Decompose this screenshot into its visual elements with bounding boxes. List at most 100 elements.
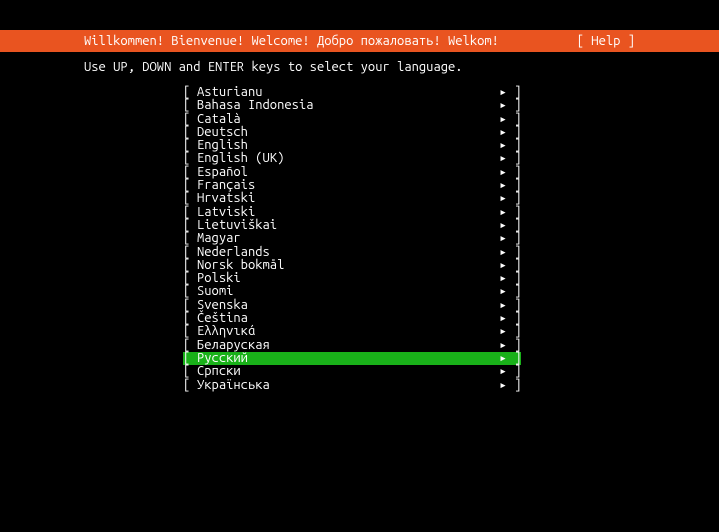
arrow-right-icon: ▸ <box>493 192 507 205</box>
bracket-open: [ <box>183 232 197 245</box>
language-option[interactable]: [Українська▸ ] <box>183 379 521 392</box>
arrow-right-icon: ▸ <box>493 246 507 259</box>
bracket-open: [ <box>183 192 197 205</box>
bracket-close: ] <box>507 113 521 126</box>
language-option[interactable]: [Nederlands▸ ] <box>183 246 521 259</box>
language-option[interactable]: [Ελληνικά▸ ] <box>183 325 521 338</box>
language-option[interactable]: [Русский▸ ] <box>183 352 521 365</box>
bracket-open: [ <box>183 299 197 312</box>
language-option[interactable]: [Hrvatski▸ ] <box>183 192 521 205</box>
arrow-right-icon: ▸ <box>493 299 507 312</box>
language-option[interactable]: [Suomi▸ ] <box>183 285 521 298</box>
language-label: Magyar <box>197 232 493 245</box>
language-option[interactable]: [Српски▸ ] <box>183 365 521 378</box>
bracket-close: ] <box>507 325 521 338</box>
bracket-close: ] <box>507 379 521 392</box>
bracket-open: [ <box>183 339 197 352</box>
bracket-open: [ <box>183 179 197 192</box>
language-list: [Asturianu▸ ][Bahasa Indonesia▸ ][Català… <box>183 86 521 392</box>
language-label: Français <box>197 179 493 192</box>
language-label: Català <box>197 113 493 126</box>
bracket-close: ] <box>507 312 521 325</box>
language-label: English <box>197 139 493 152</box>
language-label: Русский <box>197 352 493 365</box>
arrow-right-icon: ▸ <box>493 339 507 352</box>
language-option[interactable]: [Asturianu▸ ] <box>183 86 521 99</box>
arrow-right-icon: ▸ <box>493 272 507 285</box>
language-option[interactable]: [Беларуская▸ ] <box>183 339 521 352</box>
arrow-right-icon: ▸ <box>493 259 507 272</box>
arrow-right-icon: ▸ <box>493 86 507 99</box>
language-label: Asturianu <box>197 86 493 99</box>
bracket-close: ] <box>507 352 521 365</box>
arrow-right-icon: ▸ <box>493 179 507 192</box>
bracket-open: [ <box>183 139 197 152</box>
bracket-close: ] <box>507 259 521 272</box>
language-label: English (UK) <box>197 152 493 165</box>
bracket-close: ] <box>507 206 521 219</box>
arrow-right-icon: ▸ <box>493 232 507 245</box>
bracket-open: [ <box>183 113 197 126</box>
bracket-close: ] <box>507 246 521 259</box>
bracket-open: [ <box>183 259 197 272</box>
arrow-right-icon: ▸ <box>493 365 507 378</box>
bracket-close: ] <box>507 272 521 285</box>
language-label: Српски <box>197 365 493 378</box>
language-label: Latviski <box>197 206 493 219</box>
bracket-open: [ <box>183 312 197 325</box>
help-button[interactable]: [ Help ] <box>577 30 703 52</box>
arrow-right-icon: ▸ <box>493 285 507 298</box>
language-option[interactable]: [Polski▸ ] <box>183 272 521 285</box>
bracket-open: [ <box>183 99 197 112</box>
language-option[interactable]: [Català▸ ] <box>183 113 521 126</box>
bracket-open: [ <box>183 325 197 338</box>
bracket-open: [ <box>183 379 197 392</box>
bracket-close: ] <box>507 139 521 152</box>
language-option[interactable]: [Bahasa Indonesia▸ ] <box>183 99 521 112</box>
bracket-close: ] <box>507 126 521 139</box>
bracket-close: ] <box>507 285 521 298</box>
arrow-right-icon: ▸ <box>493 352 507 365</box>
language-option[interactable]: [Deutsch▸ ] <box>183 126 521 139</box>
bracket-close: ] <box>507 179 521 192</box>
arrow-right-icon: ▸ <box>493 219 507 232</box>
language-label: Bahasa Indonesia <box>197 99 493 112</box>
bracket-open: [ <box>183 126 197 139</box>
language-option[interactable]: [Español▸ ] <box>183 166 521 179</box>
language-label: Deutsch <box>197 126 493 139</box>
language-label: Українська <box>197 379 493 392</box>
language-label: Norsk bokmål <box>197 259 493 272</box>
language-label: Nederlands <box>197 246 493 259</box>
arrow-right-icon: ▸ <box>493 113 507 126</box>
language-option[interactable]: [English▸ ] <box>183 139 521 152</box>
arrow-right-icon: ▸ <box>493 206 507 219</box>
bracket-close: ] <box>507 86 521 99</box>
bracket-open: [ <box>183 86 197 99</box>
language-option[interactable]: [Norsk bokmål▸ ] <box>183 259 521 272</box>
language-label: Čeština <box>197 312 493 325</box>
bracket-open: [ <box>183 352 197 365</box>
language-option[interactable]: [Lietuviškai▸ ] <box>183 219 521 232</box>
language-label: Беларуская <box>197 339 493 352</box>
bracket-close: ] <box>507 99 521 112</box>
arrow-right-icon: ▸ <box>493 325 507 338</box>
language-label: Ελληνικά <box>197 325 493 338</box>
language-option[interactable]: [Magyar▸ ] <box>183 232 521 245</box>
language-option[interactable]: [Latviski▸ ] <box>183 206 521 219</box>
language-label: Lietuviškai <box>197 219 493 232</box>
language-option[interactable]: [Français▸ ] <box>183 179 521 192</box>
bracket-close: ] <box>507 219 521 232</box>
bracket-open: [ <box>183 365 197 378</box>
arrow-right-icon: ▸ <box>493 126 507 139</box>
language-option[interactable]: [Čeština▸ ] <box>183 312 521 325</box>
bracket-close: ] <box>507 166 521 179</box>
bracket-close: ] <box>507 365 521 378</box>
header-bar: Willkommen! Bienvenue! Welcome! Добро по… <box>0 30 719 52</box>
language-label: Español <box>197 166 493 179</box>
bracket-open: [ <box>183 219 197 232</box>
language-option[interactable]: [English (UK)▸ ] <box>183 152 521 165</box>
bracket-open: [ <box>183 246 197 259</box>
bracket-open: [ <box>183 152 197 165</box>
arrow-right-icon: ▸ <box>493 139 507 152</box>
header-title: Willkommen! Bienvenue! Welcome! Добро по… <box>16 30 499 52</box>
